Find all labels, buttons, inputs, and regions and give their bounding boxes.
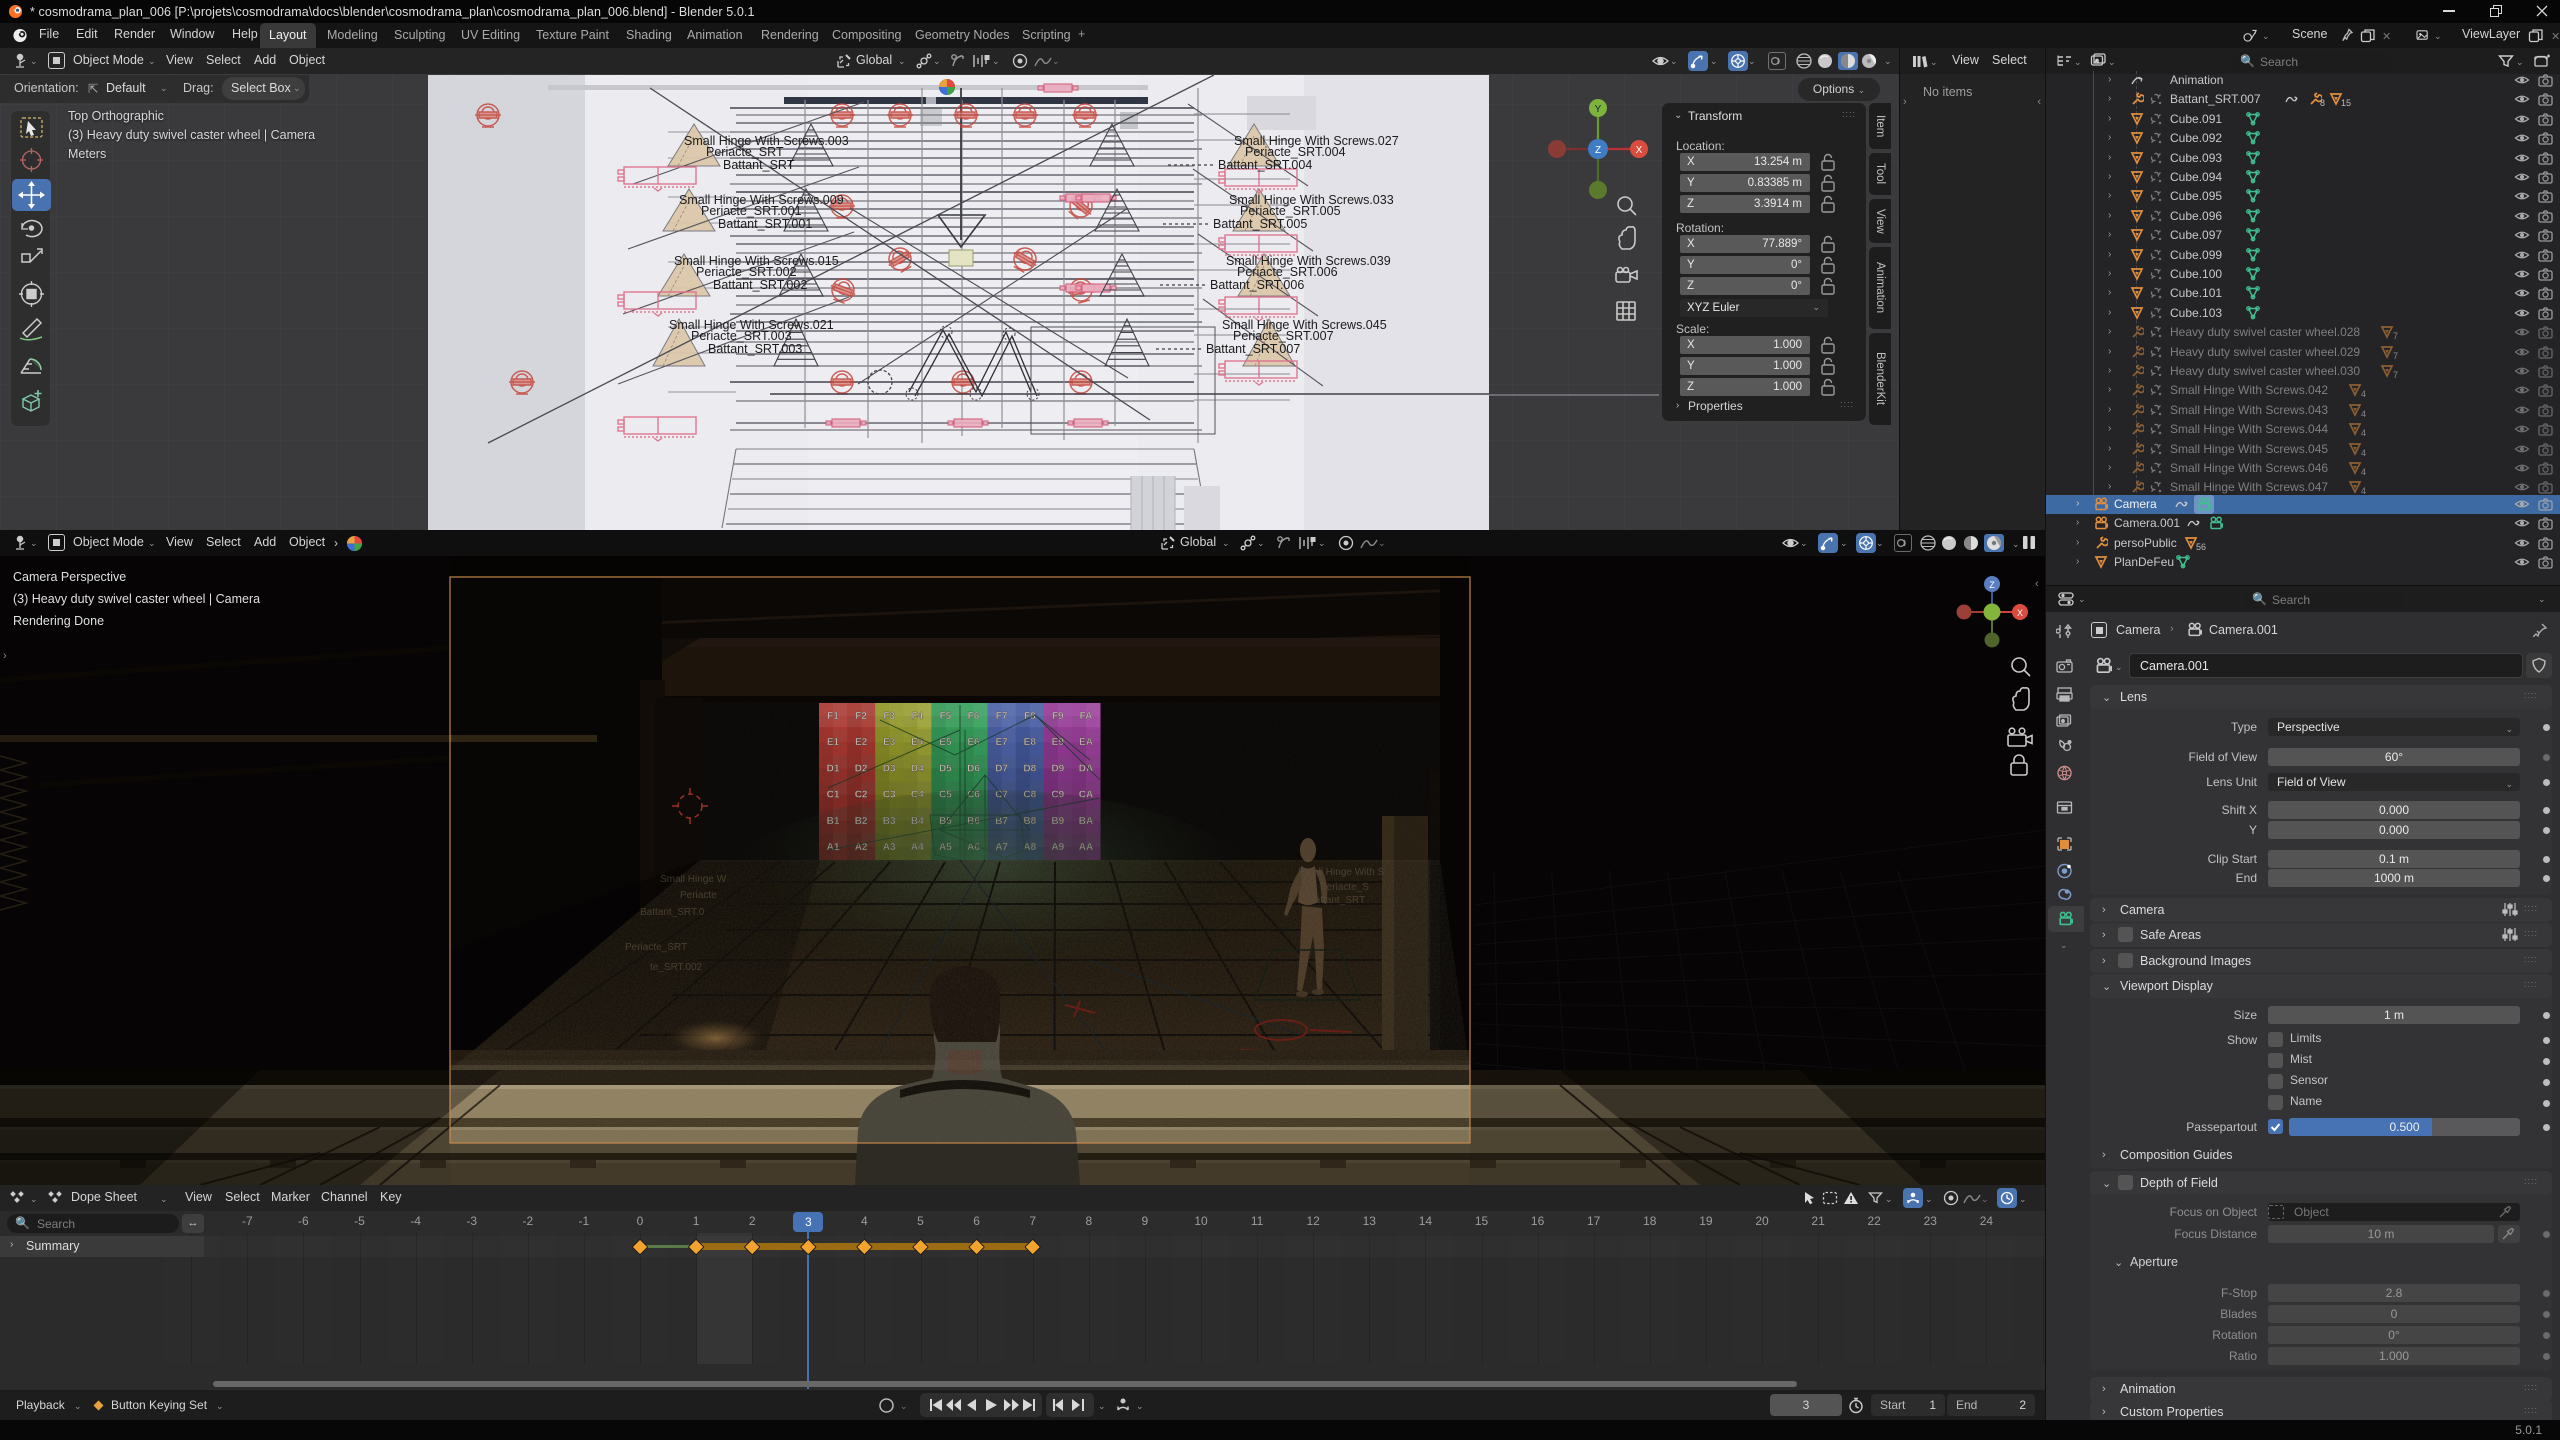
- svg-text:Periacte_SRT.007: Periacte_SRT.007: [1233, 329, 1334, 343]
- svg-text:Z: Z: [1989, 580, 1995, 590]
- svg-text:Battant_SRT.007: Battant_SRT.007: [1206, 342, 1300, 356]
- svg-text:Battant_SRT.005: Battant_SRT.005: [1213, 217, 1307, 231]
- svg-text:X: X: [1636, 145, 1643, 156]
- svg-text:Periacte_SRT.006: Periacte_SRT.006: [1237, 265, 1338, 279]
- svg-text:Periacte_SRT: Periacte_SRT: [706, 145, 784, 159]
- svg-text:Z: Z: [1595, 145, 1601, 156]
- svg-text:Battant_SRT.006: Battant_SRT.006: [1210, 278, 1304, 292]
- svg-text:X: X: [2017, 608, 2023, 618]
- svg-text:Battant_SRT: Battant_SRT: [723, 158, 795, 172]
- svg-text:Periacte_SRT.003: Periacte_SRT.003: [691, 329, 792, 343]
- svg-text:Periacte_SRT.005: Periacte_SRT.005: [1240, 204, 1341, 218]
- svg-text:Battant_SRT.004: Battant_SRT.004: [1218, 158, 1312, 172]
- svg-text:Periacte_SRT.001: Periacte_SRT.001: [701, 204, 802, 218]
- svg-text:Battant_SRT.003: Battant_SRT.003: [708, 342, 802, 356]
- svg-text:Periacte_SRT.004: Periacte_SRT.004: [1245, 145, 1346, 159]
- svg-text:⌄: ⌄: [2012, 539, 2020, 549]
- svg-text:Periacte_SRT.002: Periacte_SRT.002: [696, 265, 797, 279]
- svg-text:Y: Y: [1595, 104, 1602, 115]
- svg-text:Battant_SRT.001: Battant_SRT.001: [718, 217, 812, 231]
- svg-text:Battant_SRT.002: Battant_SRT.002: [713, 278, 807, 292]
